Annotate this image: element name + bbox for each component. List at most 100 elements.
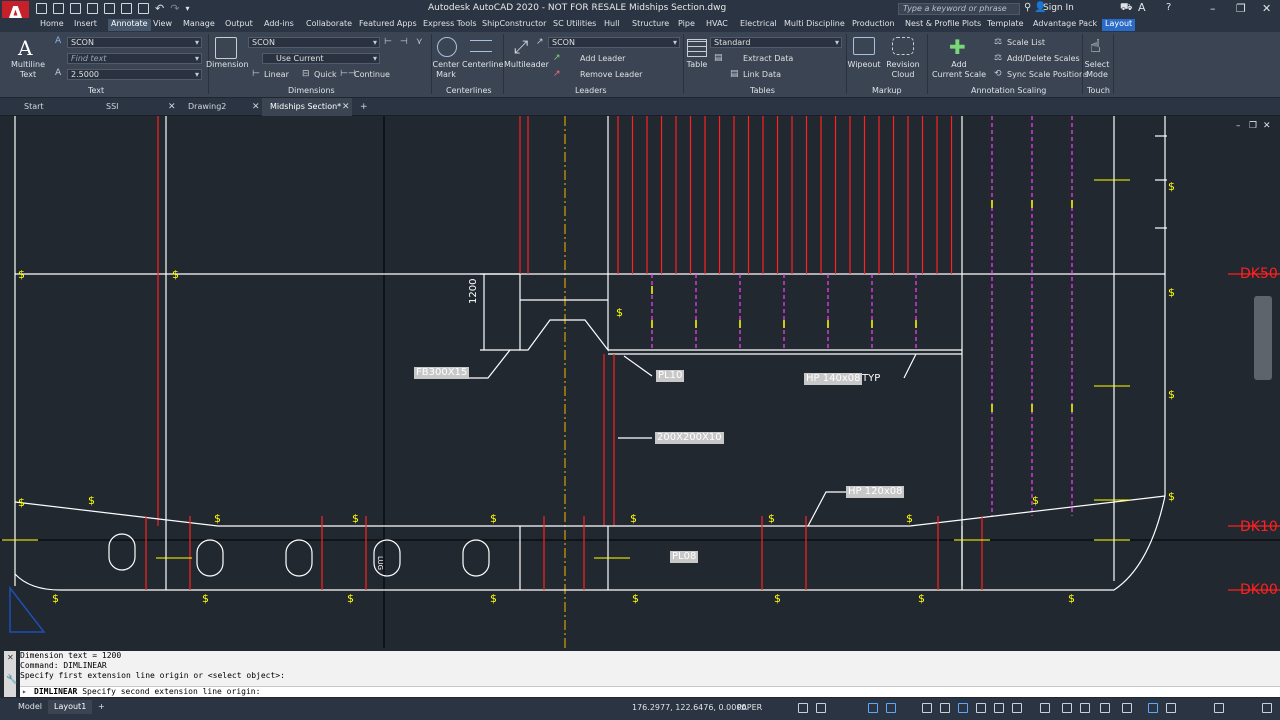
dim-tool-icon-2[interactable]: ⊣ xyxy=(400,37,408,47)
isolate-objects-icon[interactable] xyxy=(1148,703,1158,713)
select-mode-button[interactable]: Select Mode xyxy=(1083,60,1111,80)
file-tab-ssi[interactable]: SSI xyxy=(98,98,178,116)
table-button[interactable]: Table xyxy=(684,60,710,70)
leader-fb300x15[interactable] xyxy=(468,349,511,379)
tab-shipconstructor[interactable]: ShipConstructor xyxy=(482,19,546,31)
save-icon[interactable] xyxy=(70,3,81,14)
extract-data-button[interactable]: Extract Data xyxy=(743,53,793,64)
annotation-200x200x10[interactable]: 200X200X10 xyxy=(655,432,724,444)
isometric-drafting-icon[interactable] xyxy=(922,703,932,713)
add-leader-button[interactable]: Add Leader xyxy=(580,53,625,64)
text-style-select[interactable]: SCON xyxy=(67,37,202,48)
add-layout-button[interactable]: + xyxy=(92,700,111,714)
annotation-pl08[interactable]: PL08 xyxy=(670,551,699,563)
close-window-icon[interactable]: ✕ xyxy=(1262,2,1271,15)
add-current-scale-icon[interactable]: ✚ xyxy=(949,35,966,59)
customization-icon[interactable] xyxy=(1262,703,1272,713)
tab-multi-discipline[interactable]: Multi Discipline xyxy=(784,19,845,31)
a360-icon[interactable]: A xyxy=(1138,1,1146,14)
scale-list-button[interactable]: Scale List xyxy=(1007,37,1045,48)
multileader-button[interactable]: Multileader xyxy=(504,60,549,70)
object-snap-tracking-icon[interactable] xyxy=(940,703,950,713)
dim-tool-icon-3[interactable]: ⋎ xyxy=(416,37,423,47)
tab-advantage-pack[interactable]: Advantage Pack xyxy=(1033,19,1097,31)
markup-panel-label[interactable]: Markup xyxy=(872,86,902,95)
navigation-bar[interactable] xyxy=(1254,296,1272,380)
annotation-pl10[interactable]: PL10 xyxy=(656,370,685,382)
annotation-monitor-icon[interactable] xyxy=(1062,703,1072,713)
center-mark-icon[interactable] xyxy=(437,37,457,57)
dimensions-panel-label[interactable]: Dimensions xyxy=(288,86,335,95)
tab-sc-utilities[interactable]: SC Utilities xyxy=(553,19,596,31)
leaders-panel-label[interactable]: Leaders xyxy=(575,86,607,95)
customize-command-line-icon[interactable]: 🔧 xyxy=(6,675,17,685)
centerline-icon[interactable] xyxy=(470,40,492,52)
close-tab-icon[interactable]: ✕ xyxy=(168,98,176,116)
dim-tool-icon-1[interactable]: ⊢ xyxy=(384,37,392,47)
link-data-button[interactable]: Link Data xyxy=(743,69,781,80)
new-file-icon[interactable] xyxy=(36,3,47,14)
annotation-hp140x08[interactable]: HP 140x08 xyxy=(804,373,863,385)
leader-pl10[interactable] xyxy=(623,355,653,377)
command-input[interactable]: ▸ DIMLINEAR Specify second extension lin… xyxy=(20,686,1280,697)
lock-ui-icon[interactable] xyxy=(1122,703,1132,713)
tab-home[interactable]: Home xyxy=(40,19,64,31)
open-web-icon[interactable] xyxy=(104,3,115,14)
binoculars-icon[interactable]: ⚲ xyxy=(1024,2,1031,13)
centerlines-panel-label[interactable]: Centerlines xyxy=(446,86,492,95)
new-tab-icon[interactable]: + xyxy=(360,98,368,116)
tab-layout[interactable]: Layout xyxy=(1102,19,1136,31)
tab-add-ins[interactable]: Add-ins xyxy=(264,19,294,31)
file-tab-midships-section[interactable]: Midships Section* xyxy=(262,98,352,116)
tab-template[interactable]: Template xyxy=(987,19,1024,31)
wipeout-icon[interactable] xyxy=(853,37,875,55)
lightening-hole[interactable] xyxy=(285,539,313,577)
wipeout-button[interactable]: Wipeout xyxy=(847,60,881,70)
cart-icon[interactable]: ⛟ xyxy=(1120,2,1133,15)
leader-hp140[interactable] xyxy=(903,353,917,379)
linear-button[interactable]: Linear xyxy=(264,69,289,80)
dimension-layer-select[interactable]: Use Current xyxy=(262,53,380,64)
close-tab-icon[interactable]: ✕ xyxy=(252,98,260,116)
tab-collaborate[interactable]: Collaborate xyxy=(306,19,352,31)
open-file-icon[interactable] xyxy=(53,3,64,14)
units-icon[interactable] xyxy=(1080,703,1090,713)
text-panel-label[interactable]: Text xyxy=(88,86,104,95)
find-text-input[interactable]: Find text xyxy=(67,53,202,64)
lightening-hole[interactable] xyxy=(462,539,490,577)
lineweight-icon[interactable] xyxy=(976,703,986,713)
tab-production[interactable]: Production xyxy=(852,19,895,31)
tab-view[interactable]: View xyxy=(153,19,172,31)
object-snap-icon[interactable] xyxy=(958,703,968,713)
dimension-style-select[interactable]: SCON xyxy=(248,37,380,48)
revision-cloud-button[interactable]: Revision Cloud xyxy=(884,60,922,80)
tab-electrical[interactable]: Electrical xyxy=(740,19,777,31)
midships-section-drawing[interactable]: $ $ $ $ $ $ $ $ $ $ $ $ $ $ $ $ $ $ $ $ $ $ $ $ xyxy=(0,116,1280,648)
annotation-hp120x08[interactable]: HP 120x08 xyxy=(846,486,905,498)
annotation-scaling-panel-label[interactable]: Annotation Scaling xyxy=(971,86,1046,95)
continue-dim-button[interactable]: Continue xyxy=(354,69,390,80)
tab-layout1[interactable]: Layout1 xyxy=(48,700,93,714)
tables-panel-label[interactable]: Tables xyxy=(750,86,775,95)
save-web-icon[interactable] xyxy=(121,3,132,14)
plot-icon[interactable] xyxy=(138,3,149,14)
annotation-fb300x15[interactable]: FB300X15 xyxy=(414,367,470,379)
multiline-text-button[interactable]: Multiline Text xyxy=(10,60,46,80)
lightening-hole[interactable] xyxy=(196,539,224,577)
tab-hvac[interactable]: HVAC xyxy=(706,19,728,31)
add-current-scale-button[interactable]: Add Current Scale xyxy=(931,60,987,80)
tab-featured-apps[interactable]: Featured Apps xyxy=(359,19,417,31)
tab-model[interactable]: Model xyxy=(12,700,48,714)
center-mark-button[interactable]: Center Mark xyxy=(430,60,462,80)
polar-tracking-icon[interactable] xyxy=(886,703,896,713)
tab-annotate[interactable]: Annotate xyxy=(108,19,151,31)
tab-hull[interactable]: Hull xyxy=(604,19,620,31)
tab-manage[interactable]: Manage xyxy=(183,19,215,31)
grid-display-icon[interactable] xyxy=(816,703,826,713)
close-tab-icon[interactable]: ✕ xyxy=(342,98,350,116)
lightening-hole[interactable] xyxy=(108,533,136,571)
close-command-line-icon[interactable]: ✕ xyxy=(7,653,14,662)
infer-constraints-icon[interactable] xyxy=(868,703,878,713)
tab-structure[interactable]: Structure xyxy=(632,19,669,31)
minimize-icon[interactable]: – xyxy=(1210,2,1216,15)
